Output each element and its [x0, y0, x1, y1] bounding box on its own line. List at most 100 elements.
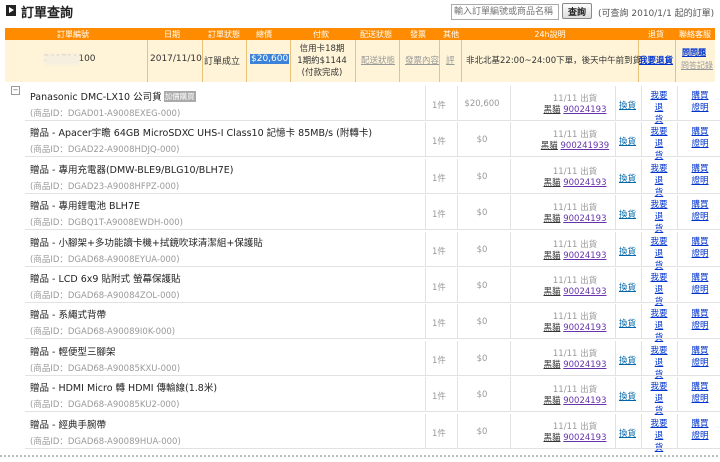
purchase-proof-link[interactable]: 購買 證明 — [689, 236, 711, 260]
purchase-proof-link[interactable]: 購買 證明 — [689, 90, 711, 114]
search-input[interactable] — [451, 4, 559, 20]
item-name: 贈品 - 系繩式背帶 — [30, 310, 106, 321]
item-name: Panasonic DMC-LX10 公司貨 加價購買 — [30, 91, 196, 103]
item-shipment: 黑貓 90024193 — [525, 358, 625, 370]
return-order-link[interactable]: 我要退貨 — [639, 54, 673, 66]
qa-history-link[interactable]: 問答記錄 — [681, 60, 713, 71]
tracking-link[interactable]: 90024193 — [563, 287, 606, 297]
purchase-proof-link[interactable]: 購買 證明 — [689, 308, 711, 332]
bottom-divider — [0, 455, 720, 457]
carrier-link[interactable]: 黑貓 — [544, 214, 561, 224]
exchange-link[interactable]: 換貨 — [619, 390, 636, 402]
item-price: $0 — [476, 172, 488, 182]
carrier-link[interactable]: 黑貓 — [544, 287, 561, 297]
carrier-link[interactable]: 黑貓 — [541, 141, 558, 151]
item-name: 贈品 - HDMI Micro 轉 HDMI 傳輸線(1.8米) — [30, 383, 218, 394]
exchange-link[interactable]: 換貨 — [619, 354, 636, 366]
item-price: $20,600 — [464, 99, 500, 109]
item-badge: 加價購買 — [163, 91, 196, 102]
item-shipment: 黑貓 90024193 — [525, 212, 625, 224]
item-row: 贈品 - 小腳架+多功能讀卡機+拭鏡吹球清潔組+保護貼 (商品ID：DGAD68-… — [25, 232, 720, 271]
item-row: 贈品 - 專用充電器(DMW-BLE9/BLG10/BLH7E) (商品ID：DG… — [25, 159, 720, 198]
exchange-link[interactable]: 換貨 — [619, 99, 636, 111]
item-qty: 1件 — [432, 101, 446, 111]
item-row: 贈品 - 專用鋰電池 BLH7E (商品ID：DGBQ1T-A9008EWDH-0… — [25, 195, 720, 234]
tracking-link[interactable]: 90024193 — [563, 396, 606, 406]
tracking-link[interactable]: 90024193 — [563, 251, 606, 261]
item-price: $0 — [476, 208, 488, 218]
item-id: (商品ID：DGAD68-A90085KXU-000) — [30, 364, 181, 374]
item-row: Panasonic DMC-LX10 公司貨 加價購買 (商品ID：DGAD01-A… — [25, 86, 720, 125]
header-date: 日期 — [164, 30, 180, 39]
tracking-link[interactable]: 90024193 — [563, 214, 606, 224]
item-qty: 1件 — [432, 392, 446, 402]
item-id: (商品ID：DGAD22-A9008HDJQ-000) — [30, 145, 180, 155]
tracking-link[interactable]: 90024193 — [563, 178, 606, 188]
item-id: (商品ID：DGBQ1T-A9008EWDH-000) — [30, 218, 183, 228]
order-date: 2017/11/10 — [150, 54, 202, 64]
item-id: (商品ID：DGAD01-A9008EXEG-000) — [30, 109, 181, 119]
item-qty: 1件 — [432, 319, 446, 329]
purchase-proof-link[interactable]: 購買 證明 — [689, 381, 711, 405]
delivery-note: 非北北基22:00~24:00下單，後天中午前到貨 — [466, 56, 642, 66]
item-shipment: 黑貓 90024193 — [525, 431, 625, 443]
item-name: 贈品 - 專用充電器(DMW-BLE9/BLG10/BLH7E) — [30, 165, 234, 176]
item-name: 贈品 - 專用鋰電池 BLH7E — [30, 201, 140, 212]
exchange-link[interactable]: 換貨 — [619, 317, 636, 329]
item-shipment: 黑貓 90024193 — [525, 394, 625, 406]
exchange-link[interactable]: 換貨 — [619, 172, 636, 184]
item-price: $0 — [476, 354, 488, 364]
review-link[interactable]: 評 — [446, 54, 455, 66]
purchase-proof-link[interactable]: 購買 證明 — [689, 345, 711, 369]
tracking-link[interactable]: 90024193 — [563, 105, 606, 115]
exchange-link[interactable]: 換貨 — [619, 281, 636, 293]
collapse-icon[interactable]: − — [11, 86, 20, 95]
delivery-status-link[interactable]: 配送狀態 — [361, 54, 395, 66]
purchase-proof-link[interactable]: 購買 證明 — [689, 272, 711, 296]
carrier-link[interactable]: 黑貓 — [544, 323, 561, 333]
exchange-link[interactable]: 換貨 — [619, 245, 636, 257]
carrier-link[interactable]: 黑貓 — [544, 360, 561, 370]
header-delivery-note: 24h說明 — [534, 30, 566, 39]
item-row: 贈品 - LCD 6x9 貼附式 螢幕保護貼 (商品ID：DGAD68-A9008… — [25, 268, 720, 307]
item-qty: 1件 — [432, 210, 446, 220]
tracking-link[interactable]: 90024193 — [563, 433, 606, 443]
item-price: $0 — [476, 427, 488, 437]
item-shipment: 黑貓 90024193 — [525, 176, 625, 188]
exchange-link[interactable]: 換貨 — [619, 135, 636, 147]
item-shipment: 黑貓 900241939 — [525, 139, 625, 151]
tracking-link[interactable]: 90024193 — [563, 323, 606, 333]
carrier-link[interactable]: 黑貓 — [544, 396, 561, 406]
query-note: (可查詢 2010/1/1 起的訂單) — [598, 9, 715, 19]
item-qty: 1件 — [432, 429, 446, 439]
item-qty: 1件 — [432, 174, 446, 184]
carrier-link[interactable]: 黑貓 — [544, 251, 561, 261]
header-other: 其他 — [443, 30, 459, 39]
item-shipment: 黑貓 90024193 — [525, 249, 625, 261]
carrier-link[interactable]: 黑貓 — [544, 105, 561, 115]
redacted-mask — [44, 54, 80, 65]
tracking-link[interactable]: 900241939 — [561, 141, 610, 151]
ask-question-link[interactable]: 問問題 — [682, 47, 706, 58]
purchase-proof-link[interactable]: 購買 證明 — [689, 126, 711, 150]
header-status: 訂單狀態 — [208, 30, 240, 39]
purchase-proof-link[interactable]: 購買 證明 — [689, 418, 711, 442]
carrier-link[interactable]: 黑貓 — [544, 178, 561, 188]
purchase-proof-link[interactable]: 購買 證明 — [689, 199, 711, 223]
item-shipment: 黑貓 90024193 — [525, 285, 625, 297]
carrier-link[interactable]: 黑貓 — [544, 433, 561, 443]
item-name: 贈品 - 經典手腕帶 — [30, 420, 106, 431]
purchase-proof-link[interactable]: 購買 證明 — [689, 163, 711, 187]
exchange-link[interactable]: 換貨 — [619, 208, 636, 220]
item-price: $0 — [476, 135, 488, 145]
exchange-link[interactable]: 換貨 — [619, 427, 636, 439]
item-qty: 1件 — [432, 356, 446, 366]
tracking-link[interactable]: 90024193 — [563, 360, 606, 370]
invoice-link[interactable]: 發票內容 — [405, 54, 439, 66]
search-button[interactable]: 查詢 — [562, 3, 592, 19]
item-shipment: 黑貓 90024193 — [525, 321, 625, 333]
order-status: 訂單成立 — [204, 57, 241, 67]
item-id: (商品ID：DGAD68-A90089I0K-000) — [30, 327, 176, 337]
item-id: (商品ID：DGAD23-A9008HFPZ-000) — [30, 182, 180, 192]
payment-installment: 1期約$1144 — [297, 56, 347, 66]
